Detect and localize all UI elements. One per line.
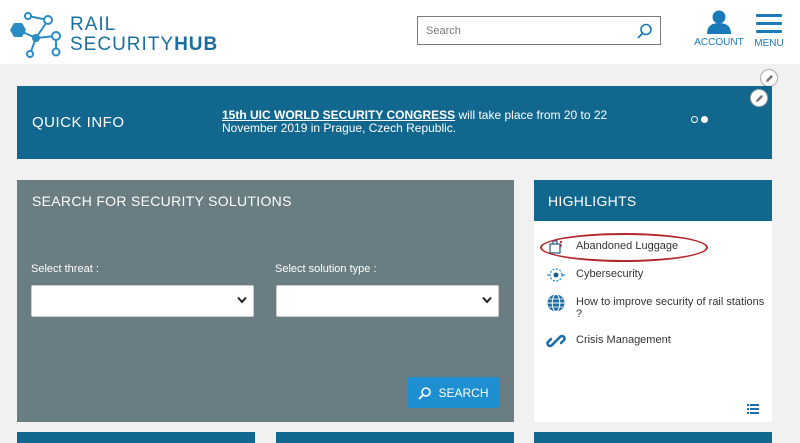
- search-icon: [419, 386, 432, 399]
- account-label: ACCOUNT: [694, 37, 744, 48]
- highlights-header: HIGHLIGHTS: [534, 180, 772, 221]
- chevron-down-icon: [482, 296, 492, 304]
- globe-icon: [547, 294, 565, 312]
- bottom-panel-1: [17, 432, 255, 443]
- chevron-down-icon: [237, 296, 247, 304]
- bottom-panel-2: [276, 432, 514, 443]
- logo-line1: RAIL: [70, 14, 117, 35]
- logo-security: SECURITY: [70, 34, 175, 55]
- highlight-label: Abandoned Luggage: [576, 240, 679, 252]
- congress-link[interactable]: 15th UIC WORLD SECURITY CONGRESS: [222, 108, 455, 122]
- search-panel-title: SEARCH FOR SECURITY SOLUTIONS: [32, 193, 292, 209]
- menu-button[interactable]: MENU: [752, 14, 786, 49]
- user-icon: [707, 10, 731, 34]
- highlight-item[interactable]: Crisis Management: [546, 331, 766, 351]
- search-button-label: SEARCH: [438, 385, 489, 400]
- link-icon: [546, 334, 566, 348]
- threat-select[interactable]: [31, 285, 254, 317]
- quick-info-title: QUICK INFO: [32, 114, 125, 131]
- site-logo-text[interactable]: RAIL SECURITYHUB: [70, 15, 218, 55]
- carousel-dots: [691, 116, 708, 123]
- list-view-icon[interactable]: [747, 404, 759, 414]
- search-box: [417, 16, 661, 45]
- search-icon[interactable]: [636, 22, 654, 40]
- account-button[interactable]: ACCOUNT: [692, 10, 746, 48]
- edit-page-pencil-icon[interactable]: [760, 69, 778, 87]
- cyber-icon: [547, 268, 565, 282]
- logo-network-icon[interactable]: [4, 8, 68, 64]
- quick-info-banner: QUICK INFO 15th UIC WORLD SECURITY CONGR…: [17, 86, 772, 159]
- highlight-item[interactable]: How to improve security of rail stations…: [546, 293, 766, 320]
- highlights-panel: HIGHLIGHTS Abandoned Luggage Cybersecuri…: [534, 180, 772, 422]
- search-solutions-button[interactable]: SEARCH: [407, 377, 500, 408]
- highlight-item[interactable]: Cybersecurity: [546, 265, 766, 285]
- menu-label: MENU: [754, 38, 784, 49]
- carousel-dot-active[interactable]: [701, 116, 708, 123]
- highlight-label: Crisis Management: [576, 334, 671, 346]
- edit-banner-pencil-icon[interactable]: [750, 89, 768, 107]
- quick-info-text: 15th UIC WORLD SECURITY CONGRESS will ta…: [222, 109, 642, 135]
- logo-line2: SECURITYHUB: [70, 35, 218, 55]
- bottom-panel-3: [534, 432, 772, 443]
- hamburger-icon: [756, 14, 782, 33]
- highlight-item[interactable]: Abandoned Luggage: [546, 237, 766, 257]
- solution-type-select[interactable]: [276, 285, 499, 317]
- site-header: RAIL SECURITYHUB ACCOUNT MENU: [0, 0, 800, 64]
- highlights-title: HIGHLIGHTS: [548, 193, 637, 209]
- highlight-label: Cybersecurity: [576, 268, 644, 280]
- solution-type-label: Select solution type :: [275, 263, 377, 275]
- threat-label: Select threat :: [31, 263, 99, 275]
- luggage-icon: [549, 240, 563, 254]
- security-search-panel: SEARCH FOR SECURITY SOLUTIONS Select thr…: [17, 180, 514, 422]
- search-input[interactable]: [418, 17, 628, 44]
- highlight-label: How to improve security of rail stations…: [576, 296, 765, 320]
- carousel-dot[interactable]: [691, 116, 698, 123]
- logo-hub: HUB: [174, 34, 219, 55]
